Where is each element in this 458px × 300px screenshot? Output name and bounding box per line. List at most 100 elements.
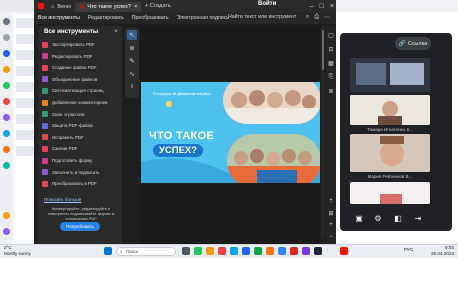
tool-item[interactable]: Исправить PDF — [42, 133, 118, 142]
app-icon[interactable] — [242, 247, 250, 255]
app-icon[interactable] — [3, 18, 10, 25]
settings-icon[interactable]: ⚙ — [373, 213, 383, 223]
tool-item[interactable]: Объединение файлов — [42, 75, 118, 84]
tool-item[interactable]: Заполнить и подписать — [42, 168, 118, 177]
tab-home[interactable]: ⌂ Веню — [47, 2, 75, 12]
more-icon[interactable]: ⋯ — [324, 14, 330, 21]
app-icon[interactable] — [3, 98, 10, 105]
app-icon[interactable] — [3, 82, 10, 89]
task-view-icon[interactable] — [182, 247, 190, 255]
tool-item[interactable]: Добавление комментариев — [42, 98, 118, 107]
minimize-icon[interactable]: – — [310, 3, 314, 10]
tab-document[interactable]: ▤ Что такое успех? × — [75, 1, 142, 12]
menu-all-tools[interactable]: Все инструменты — [34, 15, 84, 21]
weather-desc: Mostly sunny — [4, 250, 31, 256]
page-thumbnails-icon[interactable]: ▦ — [326, 58, 336, 68]
list-item[interactable] — [16, 66, 34, 76]
tool-item[interactable]: Скан. и распозн. — [42, 110, 118, 119]
edge-icon[interactable] — [230, 247, 238, 255]
lasso-icon[interactable]: ∿ — [127, 69, 137, 79]
app-icon[interactable] — [3, 146, 10, 153]
share-screen-icon[interactable]: ◧ — [393, 213, 403, 223]
close-window-icon[interactable]: × — [330, 3, 334, 10]
comment-icon[interactable]: ▢ — [326, 30, 336, 40]
app-icon[interactable] — [3, 50, 10, 57]
app-icon[interactable] — [302, 247, 310, 255]
app-icon[interactable] — [278, 247, 286, 255]
bookmark-icon[interactable]: ⊡ — [326, 44, 336, 54]
page-up-icon[interactable]: ⇡ — [326, 196, 336, 206]
tool-item[interactable]: Подготовить форму — [42, 156, 118, 165]
zoom-in-icon[interactable]: + — [326, 220, 336, 230]
taskbar-search[interactable]: ⌕ Поиск — [116, 247, 176, 256]
text-select-icon[interactable]: Ꭵ — [127, 82, 137, 92]
participant-tile[interactable] — [350, 134, 430, 172]
participant-tile[interactable] — [350, 182, 430, 204]
sign-in-button[interactable]: Войти — [258, 1, 276, 7]
show-more-link[interactable]: Показать больше — [44, 197, 81, 202]
list-item[interactable] — [16, 114, 34, 124]
camera-icon[interactable]: ▣ — [354, 213, 364, 223]
tool-item[interactable]: Создание файла PDF — [42, 63, 118, 72]
participant-tile[interactable] — [350, 58, 430, 92]
tool-item[interactable]: Защита PDF-файла — [42, 121, 118, 130]
pdf-app-icon[interactable] — [340, 247, 348, 255]
scrollbar-thumb[interactable] — [322, 30, 324, 70]
create-button[interactable]: + Создать — [141, 3, 175, 9]
list-item[interactable] — [16, 34, 34, 44]
tool-item[interactable]: Систематизация страниц — [42, 86, 118, 95]
app-icon[interactable] — [218, 247, 226, 255]
menu-edit[interactable]: Редактировать — [84, 15, 128, 21]
zoom-out-icon[interactable]: − — [326, 232, 336, 242]
list-item[interactable] — [16, 146, 34, 156]
app-icon[interactable] — [3, 34, 10, 41]
layers-icon[interactable]: ≣ — [326, 86, 336, 96]
start-icon[interactable] — [104, 247, 112, 255]
app-icon[interactable] — [3, 114, 10, 121]
list-item[interactable] — [16, 18, 34, 28]
list-item[interactable] — [16, 130, 34, 140]
app-icon[interactable] — [3, 130, 10, 137]
photo-image — [223, 82, 320, 124]
exit-icon[interactable]: ⇥ — [413, 213, 423, 223]
menu-convert[interactable]: Преобразовать — [128, 15, 173, 21]
copy-link-button[interactable]: 🔗 Ссылка — [395, 37, 431, 50]
tool-item[interactable]: Экспортировать PDF — [42, 40, 118, 49]
pen-icon[interactable]: ✎ — [127, 56, 137, 66]
app-icon[interactable] — [290, 247, 298, 255]
tool-item[interactable]: Редактировать PDF — [42, 52, 118, 61]
app-icon[interactable] — [194, 247, 202, 255]
close-icon[interactable]: × — [114, 28, 118, 35]
app-icon[interactable] — [3, 212, 10, 219]
attachment-icon[interactable]: ⎘ — [326, 72, 336, 82]
app-icon[interactable] — [266, 247, 274, 255]
try-button[interactable]: Попробовать — [60, 222, 100, 231]
system-clock[interactable]: 8:03 26.04.2023 — [431, 245, 454, 256]
tool-label: Скан. и распозн. — [52, 111, 86, 117]
zoom-icon[interactable]: ⊕ — [127, 43, 137, 53]
participant-tile[interactable] — [350, 95, 430, 125]
app-icon[interactable] — [3, 228, 10, 235]
list-item[interactable] — [16, 82, 34, 92]
list-item[interactable] — [16, 98, 34, 108]
tool-item[interactable]: Преобразовать в PDF — [42, 179, 118, 188]
find-text-search[interactable]: Найти текст или инструмент — [228, 14, 296, 20]
fit-page-icon[interactable]: ⊞ — [326, 208, 336, 218]
weather-widget[interactable]: 2°C Mostly sunny — [4, 245, 31, 256]
language-indicator[interactable]: РУС — [404, 247, 413, 252]
tool-icon — [42, 87, 48, 94]
cursor-icon[interactable]: ↖ — [127, 30, 137, 40]
slide-page[interactable]: Я горжусь ★ Движение первых ЧТО ТАКОЕ УС… — [141, 82, 320, 183]
maximize-icon[interactable]: □ — [320, 3, 324, 10]
search-icon[interactable]: ⌕ — [306, 14, 309, 21]
app-icon[interactable] — [3, 162, 10, 169]
app-icon[interactable] — [3, 66, 10, 73]
close-icon[interactable]: × — [134, 4, 137, 10]
print-icon[interactable]: ⎙ — [314, 14, 319, 21]
app-icon[interactable] — [314, 247, 322, 255]
tool-item[interactable]: Сжатие PDF — [42, 144, 118, 153]
file-explorer-icon[interactable] — [206, 247, 214, 255]
list-item[interactable] — [16, 50, 34, 60]
menu-esign[interactable]: Электронная подпись — [173, 15, 233, 21]
app-icon[interactable] — [254, 247, 262, 255]
